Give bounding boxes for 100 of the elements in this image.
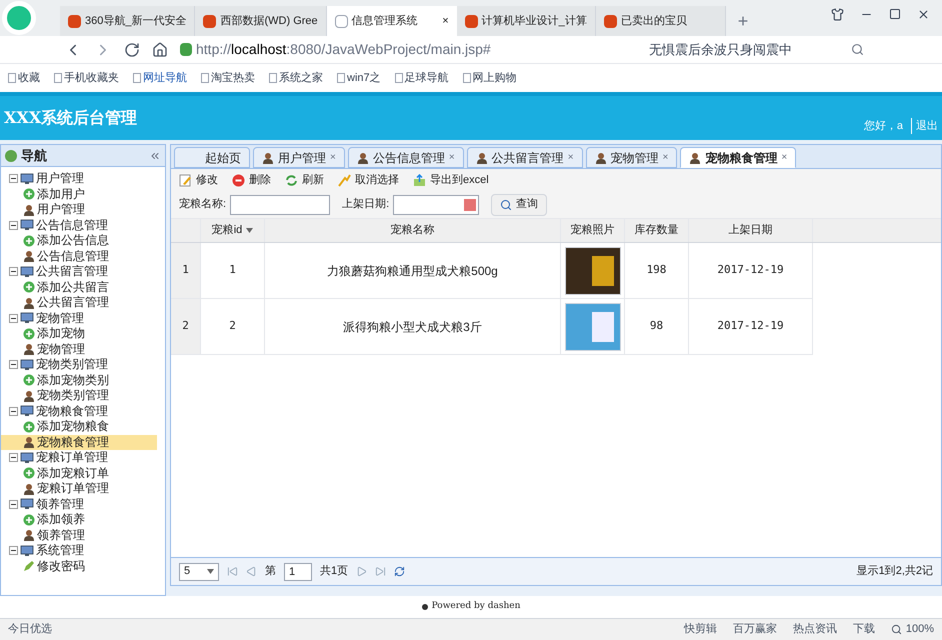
tree-item[interactable]: 公告信息管理: [1, 248, 157, 264]
column-header[interactable]: 宠粮照片: [561, 219, 625, 242]
delete-icon: [232, 174, 245, 186]
collapse-icon[interactable]: [9, 546, 18, 556]
browser-tab[interactable]: 已卖出的宝贝: [596, 6, 726, 36]
calendar-icon[interactable]: [464, 198, 476, 210]
tree-item[interactable]: 添加用户: [1, 186, 157, 202]
collapse-icon[interactable]: [9, 314, 18, 323]
content-tab[interactable]: 宠物粮食管理 ×: [680, 147, 796, 168]
collapse-icon[interactable]: [9, 267, 18, 276]
collapse-icon[interactable]: [9, 453, 18, 462]
maximize-icon[interactable]: [889, 8, 901, 20]
address-field[interactable]: http://localhost:8080/JavaWebProject/main.jsp#: [180, 39, 637, 60]
collapse-icon[interactable]: [9, 360, 18, 370]
content-tab[interactable]: 起始页: [174, 147, 250, 168]
home-icon[interactable]: [152, 42, 168, 58]
close-tab-icon[interactable]: ×: [568, 150, 574, 165]
product-photo: [564, 246, 620, 294]
toolbar-button[interactable]: 删除: [232, 172, 271, 188]
close-tab-button[interactable]: ×: [442, 12, 449, 30]
bookmark-link[interactable]: win7之: [337, 70, 381, 86]
bookmark-link[interactable]: 收藏: [8, 70, 40, 86]
tree-item[interactable]: 宠物类别管理: [1, 388, 157, 404]
status-bar-item[interactable]: 热点资讯: [792, 621, 837, 638]
tree-item[interactable]: 添加公告信息: [1, 233, 157, 248]
toolbar-button[interactable]: 导出到excel: [413, 172, 489, 188]
content-tab[interactable]: 公告信息管理 ×: [348, 147, 464, 168]
bookmark-link[interactable]: 系统之家: [269, 70, 323, 86]
close-tab-icon[interactable]: ×: [330, 150, 336, 165]
tree-item[interactable]: 添加宠物粮食: [1, 419, 157, 434]
collapse-icon[interactable]: [9, 500, 18, 509]
tree-group[interactable]: 用户管理: [9, 171, 165, 186]
zoom-icon[interactable]: [890, 624, 902, 635]
close-tab-icon[interactable]: ×: [781, 150, 788, 165]
page-input-field[interactable]: 1: [284, 562, 312, 580]
content-tab[interactable]: 用户管理 ×: [253, 147, 345, 168]
status-bar-item[interactable]: 下载: [852, 621, 875, 638]
search-box[interactable]: 无惧震后余波只身闯震中: [649, 40, 839, 60]
status-bar-item[interactable]: 百万赢家: [732, 621, 777, 638]
bookmark-link[interactable]: 手机收藏夹: [54, 70, 119, 86]
close-tab-icon[interactable]: ×: [448, 150, 455, 165]
skin-icon[interactable]: [831, 8, 844, 21]
table-cell: 派得狗粮小型犬成犬粮3斤: [265, 299, 561, 354]
tree-item[interactable]: 领养管理: [1, 528, 157, 543]
tree-group[interactable]: 公共留言管理: [9, 264, 165, 280]
close-icon[interactable]: [917, 8, 930, 21]
toolbar-button[interactable]: 修改: [179, 172, 218, 188]
tree-item[interactable]: 添加宠物类别: [1, 372, 157, 388]
tree-group[interactable]: 宠物管理: [9, 310, 165, 326]
bookmark-link[interactable]: 淘宝热卖: [201, 70, 255, 86]
tree-item[interactable]: 宠物管理: [1, 342, 157, 357]
tree-item[interactable]: 用户管理: [1, 202, 157, 218]
date-field[interactable]: [393, 194, 480, 214]
zoom-level[interactable]: 100%: [906, 621, 934, 638]
tree-group[interactable]: 宠物类别管理: [9, 357, 165, 372]
collapse-icon[interactable]: [9, 174, 18, 184]
column-header[interactable]: 上架日期: [689, 219, 813, 242]
tree-group[interactable]: 系统管理: [9, 543, 165, 558]
content-tab[interactable]: 公共留言管理 ×: [466, 147, 583, 168]
search-icon[interactable]: [851, 43, 864, 56]
tree-group[interactable]: 领养管理: [9, 496, 165, 512]
browser-tab[interactable]: 西部数据(WD) Gree: [195, 6, 327, 36]
person-icon: [23, 250, 35, 262]
tree-item[interactable]: 宠粮订单管理: [1, 481, 157, 496]
content-tab[interactable]: 宠物管理 ×: [586, 147, 678, 168]
tree-item[interactable]: 公共留言管理: [1, 295, 157, 310]
column-header[interactable]: 宠粮id: [201, 219, 265, 242]
reload-icon[interactable]: [124, 42, 140, 58]
tree-item[interactable]: 添加宠粮订单: [1, 466, 157, 481]
bookmark-link[interactable]: 网上购物: [462, 70, 517, 86]
toolbar-button[interactable]: 刷新: [285, 172, 324, 188]
column-header[interactable]: 宠粮名称: [265, 219, 561, 242]
page-size-select[interactable]: 5: [179, 562, 219, 580]
query-button[interactable]: 查询: [491, 194, 548, 216]
new-tab-button[interactable]: +: [726, 6, 760, 36]
tree-group[interactable]: 宠粮订单管理: [9, 450, 165, 466]
status-left-text[interactable]: 今日优选: [8, 621, 52, 638]
status-bar-item[interactable]: 快剪辑: [684, 621, 717, 638]
person-icon: [23, 204, 35, 216]
tree-item[interactable]: 添加宠物: [1, 326, 157, 342]
toolbar-button[interactable]: 取消选择: [338, 172, 399, 188]
tree-item[interactable]: 修改密码: [1, 558, 157, 574]
tree-group[interactable]: 宠物粮食管理: [9, 404, 165, 419]
collapse-icon[interactable]: [9, 220, 18, 230]
refresh-icon[interactable]: [394, 566, 406, 577]
column-header[interactable]: 库存数量: [625, 219, 689, 242]
tree-group[interactable]: 公告信息管理: [9, 218, 165, 233]
browser-tab[interactable]: 360导航_新一代安全: [60, 6, 196, 36]
computer-icon: [20, 358, 34, 371]
browser-tab[interactable]: 计算机毕业设计_计算: [456, 6, 596, 36]
bookmark-link[interactable]: 网址导航: [133, 70, 187, 86]
bookmark-link[interactable]: 足球导航: [394, 70, 449, 86]
name-input-field[interactable]: [230, 194, 330, 214]
tree-item[interactable]: 添加公共留言: [1, 280, 157, 295]
table-cell: 2: [201, 299, 265, 354]
tree-item[interactable]: 添加领养: [1, 512, 157, 528]
browser-tab[interactable]: 信息管理系统 ×: [326, 6, 457, 36]
close-tab-icon[interactable]: ×: [662, 150, 668, 165]
collapse-icon[interactable]: [9, 406, 18, 416]
tree-item[interactable]: 宠物粮食管理: [1, 434, 157, 450]
